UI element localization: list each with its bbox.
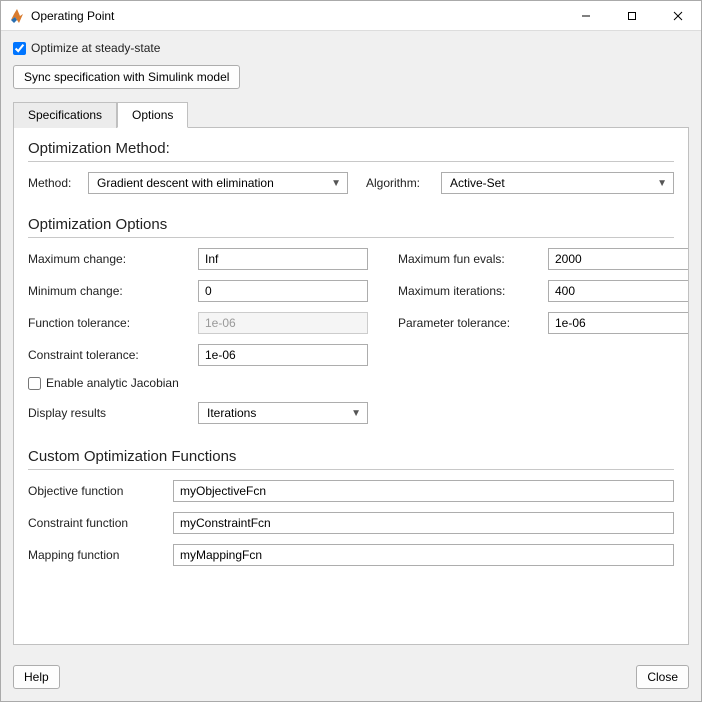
maximize-button[interactable] <box>609 1 655 31</box>
min-change-label: Minimum change: <box>28 284 198 298</box>
matlab-logo-icon <box>9 8 25 24</box>
method-select[interactable]: Gradient descent with elimination ▼ <box>88 172 348 194</box>
content-area: Optimize at steady-state Sync specificat… <box>1 31 701 655</box>
algorithm-label: Algorithm: <box>366 176 441 190</box>
enable-jacobian-row: Enable analytic Jacobian <box>28 376 674 390</box>
enable-jacobian-label: Enable analytic Jacobian <box>46 376 179 390</box>
optimization-options-heading: Optimization Options <box>28 216 674 233</box>
chevron-down-icon: ▼ <box>351 408 361 419</box>
chevron-down-icon: ▼ <box>331 178 341 189</box>
algorithm-value: Active-Set <box>450 176 505 190</box>
tab-options[interactable]: Options <box>117 102 188 128</box>
param-tol-label: Parameter tolerance: <box>398 316 548 330</box>
objective-fn-input[interactable]: myObjectiveFcn <box>173 480 674 502</box>
help-button[interactable]: Help <box>13 665 60 689</box>
constraint-fn-input[interactable]: myConstraintFcn <box>173 512 674 534</box>
divider <box>28 161 674 162</box>
mapping-fn-label: Mapping function <box>28 548 173 562</box>
mapping-fn-input[interactable]: myMappingFcn <box>173 544 674 566</box>
optimize-steady-state-label: Optimize at steady-state <box>31 41 160 55</box>
tabs: Specifications Options <box>13 101 689 128</box>
minimize-button[interactable] <box>563 1 609 31</box>
max-change-input[interactable]: Inf <box>198 248 368 270</box>
operating-point-window: Operating Point Optimize at steady-state… <box>0 0 702 702</box>
method-value: Gradient descent with elimination <box>97 176 274 190</box>
optimization-method-heading: Optimization Method: <box>28 140 674 157</box>
optimization-options-grid: Maximum change: Inf Maximum fun evals: 2… <box>28 248 674 366</box>
optimize-steady-state-checkbox[interactable] <box>13 42 26 55</box>
max-fun-evals-label: Maximum fun evals: <box>398 252 548 266</box>
optimize-steady-state-row: Optimize at steady-state <box>13 41 689 55</box>
chevron-down-icon: ▼ <box>657 178 667 189</box>
custom-functions-heading: Custom Optimization Functions <box>28 448 674 465</box>
con-tol-input[interactable]: 1e-06 <box>198 344 368 366</box>
display-results-row: Display results Iterations ▼ <box>28 402 674 424</box>
tab-options-content: Optimization Method: Method: Gradient de… <box>13 128 689 645</box>
display-results-label: Display results <box>28 406 198 420</box>
algorithm-select[interactable]: Active-Set ▼ <box>441 172 674 194</box>
divider <box>28 469 674 470</box>
window-title: Operating Point <box>31 9 563 23</box>
method-label: Method: <box>28 176 88 190</box>
display-results-select[interactable]: Iterations ▼ <box>198 402 368 424</box>
tab-specifications[interactable]: Specifications <box>13 102 117 128</box>
display-results-value: Iterations <box>207 406 256 420</box>
method-row: Method: Gradient descent with eliminatio… <box>28 172 674 194</box>
min-change-input[interactable]: 0 <box>198 280 368 302</box>
max-change-label: Maximum change: <box>28 252 198 266</box>
window-controls <box>563 1 701 31</box>
footer: Help Close <box>1 655 701 701</box>
param-tol-input[interactable]: 1e-06 <box>548 312 689 334</box>
max-iter-label: Maximum iterations: <box>398 284 548 298</box>
sync-specification-button[interactable]: Sync specification with Simulink model <box>13 65 240 89</box>
titlebar: Operating Point <box>1 1 701 31</box>
constraint-fn-label: Constraint function <box>28 516 173 530</box>
fun-tol-label: Function tolerance: <box>28 316 198 330</box>
fun-tol-input: 1e-06 <box>198 312 368 334</box>
divider <box>28 237 674 238</box>
max-fun-evals-input[interactable]: 2000 <box>548 248 689 270</box>
enable-jacobian-checkbox[interactable] <box>28 377 41 390</box>
close-window-button[interactable] <box>655 1 701 31</box>
max-iter-input[interactable]: 400 <box>548 280 689 302</box>
custom-functions-grid: Objective function myObjectiveFcn Constr… <box>28 480 674 566</box>
objective-fn-label: Objective function <box>28 484 173 498</box>
con-tol-label: Constraint tolerance: <box>28 348 198 362</box>
close-button[interactable]: Close <box>636 665 689 689</box>
